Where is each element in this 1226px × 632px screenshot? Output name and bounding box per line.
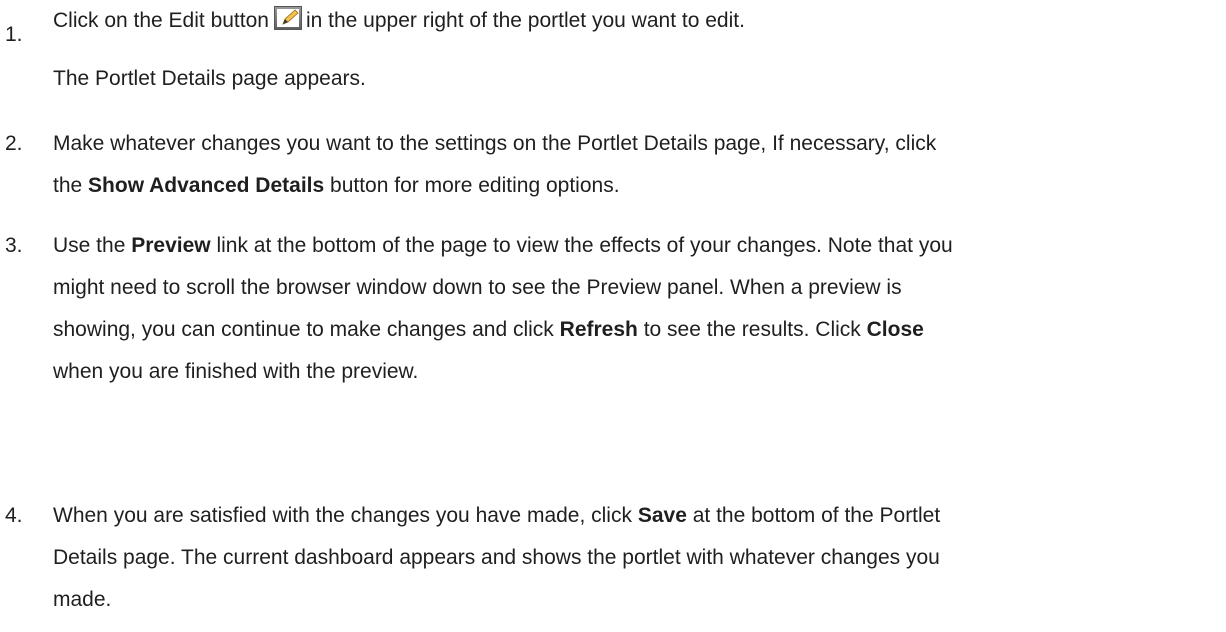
step-instruction: Click on the Edit button in the upper ri… bbox=[53, 0, 1213, 42]
text-span: link at the bottom of the page to view t… bbox=[216, 234, 953, 257]
text-span: the bbox=[53, 174, 83, 197]
refresh-label: Refresh bbox=[559, 318, 638, 341]
step-line: might need to scroll the browser window … bbox=[53, 276, 902, 299]
step-text: Use the Preview link at the bottom of th… bbox=[53, 225, 1213, 393]
step-text: When you are satisfied with the changes … bbox=[53, 495, 1213, 621]
step-3: 3. Use the Preview link at the bottom of… bbox=[0, 225, 1226, 395]
step-number: 4. bbox=[5, 504, 23, 527]
step-number: 3. bbox=[5, 234, 23, 257]
step-text: Click on the Edit button in the upper ri… bbox=[53, 0, 1213, 90]
text-span: When you are satisfied with the changes … bbox=[53, 504, 632, 527]
step-line: the Show Advanced Details button for mor… bbox=[53, 165, 1213, 207]
edit-icon bbox=[273, 3, 302, 30]
step-1: 1. Click on the Edit button in the upper… bbox=[0, 0, 1226, 110]
step-2: 2. Make whatever changes you want to the… bbox=[0, 123, 1226, 209]
preview-label: Preview bbox=[131, 234, 211, 257]
step-line: Make whatever changes you want to the se… bbox=[53, 132, 937, 155]
step-number: 1. bbox=[5, 23, 23, 46]
text-span: at the bottom of the Portlet bbox=[692, 504, 941, 527]
text-span: button for more editing options. bbox=[330, 174, 620, 197]
step-line: Details page. The current dashboard appe… bbox=[53, 546, 940, 569]
show-advanced-details-label: Show Advanced Details bbox=[88, 174, 325, 197]
text-span: to see the results. Click bbox=[643, 318, 861, 341]
step-line: made. bbox=[53, 588, 112, 611]
step-line: When you are satisfied with the changes … bbox=[53, 495, 1213, 537]
step-4: 4. When you are satisfied with the chang… bbox=[0, 495, 1226, 625]
step-number: 2. bbox=[5, 132, 23, 155]
step-text: Make whatever changes you want to the se… bbox=[53, 123, 1213, 207]
save-label: Save bbox=[637, 504, 687, 527]
step-line: when you are finished with the preview. bbox=[53, 360, 419, 383]
step-line: Use the Preview link at the bottom of th… bbox=[53, 225, 1213, 267]
text-span: showing, you can continue to make change… bbox=[53, 318, 554, 341]
step-line: showing, you can continue to make change… bbox=[53, 309, 1213, 351]
step-result: The Portlet Details page appears. bbox=[53, 67, 366, 90]
close-label: Close bbox=[866, 318, 924, 341]
instruction-before-icon: Click on the Edit button bbox=[53, 9, 269, 32]
text-span: Use the bbox=[53, 234, 126, 257]
instruction-after-icon: in the upper right of the portlet you wa… bbox=[305, 9, 745, 32]
